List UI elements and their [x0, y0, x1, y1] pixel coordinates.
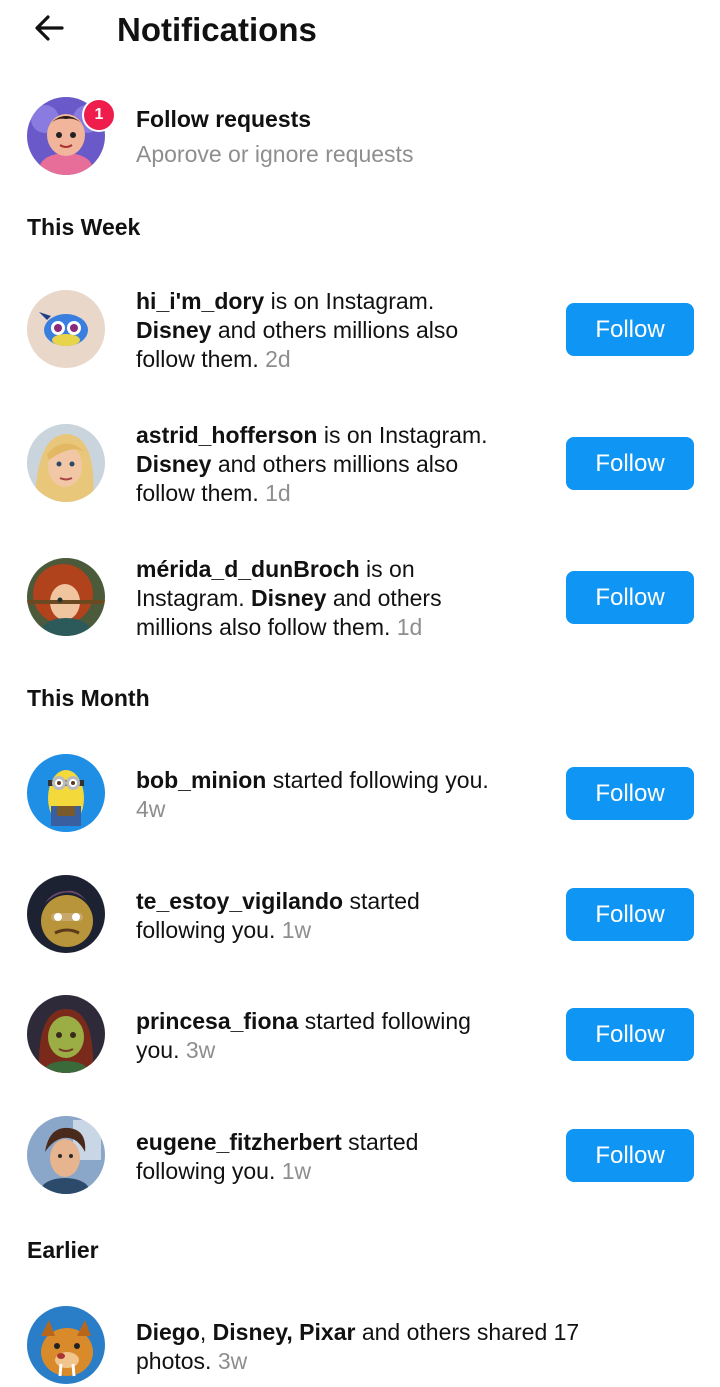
- disney-link[interactable]: Disney: [136, 317, 211, 343]
- username-link[interactable]: hi_i'm_dory: [136, 288, 264, 314]
- follow-button[interactable]: Follow: [566, 888, 694, 941]
- avatar-roz[interactable]: [27, 875, 105, 953]
- top-bar: Notifications: [0, 0, 720, 62]
- notification-text: princesa_fiona started following you. 3w: [136, 1008, 471, 1063]
- follow-requests-title: Follow requests: [136, 106, 312, 132]
- arrow-left-icon[interactable]: [30, 8, 70, 48]
- section-heading-earlier: Earlier: [27, 1237, 99, 1263]
- notification-count-badge: 1: [82, 98, 116, 132]
- username-link[interactable]: te_estoy_vigilando: [136, 888, 343, 914]
- notification-text: hi_i'm_dory is on Instagram. Disney and …: [136, 288, 459, 372]
- avatar-merida[interactable]: [27, 558, 105, 636]
- follow-button[interactable]: Follow: [566, 571, 694, 624]
- brand-links[interactable]: Disney, Pixar: [213, 1319, 356, 1345]
- notification-text: bob_minion started following you. 4w: [136, 767, 489, 822]
- username-link[interactable]: mérida_d_dunBroch: [136, 556, 360, 582]
- timestamp: 1d: [396, 614, 423, 640]
- username-link[interactable]: bob_minion: [136, 767, 266, 793]
- timestamp: 2d: [265, 346, 291, 372]
- section-heading-this-month: This Month: [27, 685, 150, 711]
- timestamp: 1d: [265, 480, 291, 506]
- timestamp: 3w: [217, 1348, 248, 1374]
- notification-text: mérida_d_dunBroch is on Instagram. Disne…: [136, 556, 442, 640]
- follow-button[interactable]: Follow: [566, 437, 694, 490]
- notification-text: te_estoy_vigilando started following you…: [136, 888, 420, 943]
- disney-link[interactable]: Disney: [251, 585, 326, 611]
- follow-button[interactable]: Follow: [566, 1008, 694, 1061]
- notification-text: Diego, Disney, Pixar and others shared 1…: [136, 1319, 580, 1374]
- username-link[interactable]: princesa_fiona: [136, 1008, 298, 1034]
- follow-button[interactable]: Follow: [566, 1129, 694, 1182]
- notification-text: astrid_hofferson is on Instagram. Disney…: [136, 422, 488, 506]
- follow-button[interactable]: Follow: [566, 767, 694, 820]
- avatar-eugene[interactable]: [27, 1116, 105, 1194]
- avatar-diego[interactable]: [27, 1306, 105, 1384]
- timestamp: 1w: [281, 917, 312, 943]
- follow-requests-subtitle: Aporove or ignore requests: [136, 141, 414, 167]
- notification-text: eugene_fitzherbert started following you…: [136, 1129, 419, 1184]
- section-heading-this-week: This Week: [27, 214, 141, 240]
- avatar-astrid[interactable]: [27, 424, 105, 502]
- avatar-fiona[interactable]: [27, 995, 105, 1073]
- timestamp: 1w: [281, 1158, 312, 1184]
- avatar-bob-minion[interactable]: [27, 754, 105, 832]
- username-link[interactable]: eugene_fitzherbert: [136, 1129, 342, 1155]
- username-link[interactable]: astrid_hofferson: [136, 422, 317, 448]
- username-link[interactable]: Diego: [136, 1319, 200, 1345]
- timestamp: 3w: [185, 1037, 216, 1063]
- page-title: Notifications: [117, 11, 317, 48]
- timestamp: 4w: [136, 796, 166, 822]
- follow-button[interactable]: Follow: [566, 303, 694, 356]
- avatar-dory[interactable]: [27, 290, 105, 368]
- disney-link[interactable]: Disney: [136, 451, 211, 477]
